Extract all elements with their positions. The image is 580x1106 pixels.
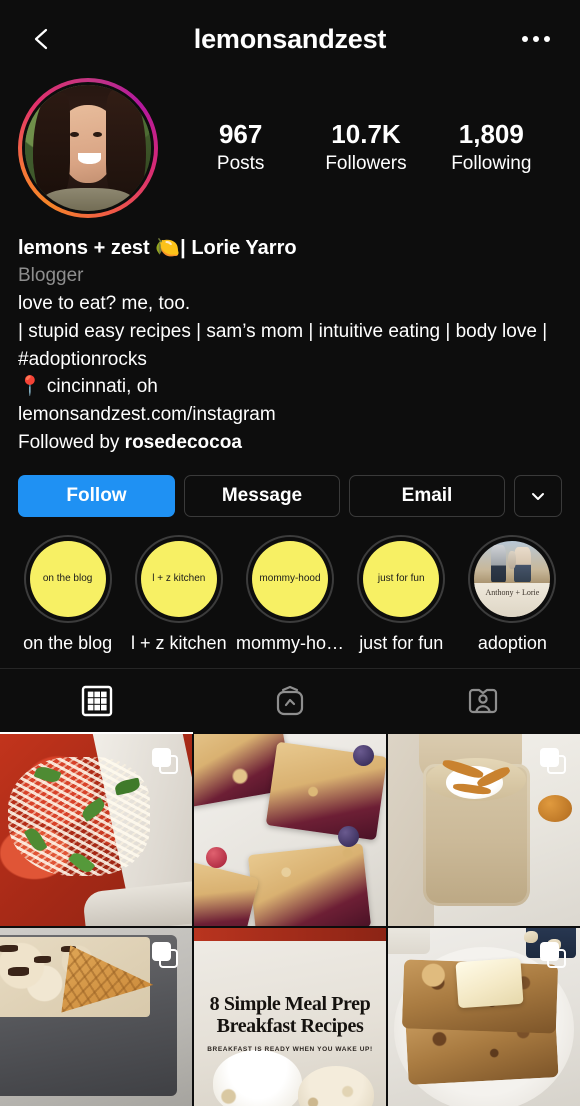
email-button[interactable]: Email (349, 474, 505, 517)
profile-stats: 967 Posts 10.7K Followers 1,809 Followin… (158, 119, 562, 176)
highlight-label: on the blog (23, 632, 113, 653)
stat-followers[interactable]: 10.7K Followers (303, 119, 428, 176)
overlay-title: 8 Simple Meal Prep Breakfast Recipes (209, 992, 371, 1038)
highlight-cover-text: just for fun (377, 572, 425, 584)
highlight-cover: just for fun (363, 540, 440, 617)
highlight-cover: on the blog (29, 540, 106, 617)
posts-label: Posts (216, 152, 265, 174)
bio-line-2: | stupid easy recipes | sam’s mom | intu… (18, 320, 548, 370)
overlay-subtitle: BREAKFAST IS READY WHEN YOU WAKE UP! (207, 1045, 373, 1053)
followed-by-row[interactable]: Followed by rosedecocoa (18, 429, 562, 457)
back-button[interactable] (22, 19, 62, 59)
stat-posts[interactable]: 967 Posts (178, 119, 303, 176)
story-highlights: on the blog on the blog l + z kitchen l … (0, 517, 580, 654)
avatar-inner (22, 82, 154, 214)
highlight-ring: on the blog (23, 534, 112, 623)
more-options-icon (522, 36, 528, 42)
more-options-icon (544, 36, 550, 42)
top-navigation-bar: lemonsandzest (0, 0, 580, 78)
following-label: Following (451, 152, 532, 174)
carousel-icon (540, 941, 566, 968)
follow-button[interactable]: Follow (18, 474, 175, 517)
tab-tagged[interactable] (387, 669, 580, 734)
grid-icon (81, 685, 112, 717)
avatar-story-ring[interactable] (18, 78, 158, 218)
highlight-ring: Anthony + Lorie (468, 534, 557, 623)
highlight-ring: l + z kitchen (134, 534, 223, 623)
chevron-down-icon (532, 492, 544, 500)
more-options-icon (533, 36, 539, 42)
highlight-adoption[interactable]: Anthony + Lorie adoption (457, 534, 568, 654)
tagged-user-icon (469, 688, 498, 714)
igtv-icon (276, 685, 304, 716)
profile-bio: lemons + zest 🍋| Lorie Yarro Blogger lov… (0, 218, 580, 457)
followed-by-prefix: Followed by (18, 431, 125, 453)
stat-following[interactable]: 1,809 Following (429, 119, 554, 176)
carousel-icon (152, 747, 178, 774)
followers-label: Followers (325, 152, 407, 174)
followers-count: 10.7K (331, 119, 401, 150)
bio-website-link[interactable]: lemonsandzest.com/instagram (18, 401, 562, 429)
grid-post-5[interactable]: 8 Simple Meal Prep Breakfast Recipes BRE… (194, 927, 386, 1106)
bio-location: 📍 cincinnati, oh (18, 376, 158, 398)
grid-post-4[interactable] (0, 927, 192, 1106)
highlight-cover: mommy-hood (252, 540, 328, 617)
highlight-on-the-blog[interactable]: on the blog on the blog (12, 534, 123, 654)
more-options-button[interactable] (514, 19, 558, 59)
posts-grid: 8 Simple Meal Prep Breakfast Recipes BRE… (0, 733, 580, 1106)
highlight-ring: just for fun (357, 534, 446, 623)
profile-header: 967 Posts 10.7K Followers 1,809 Followin… (0, 78, 580, 218)
page-title: lemonsandzest (193, 23, 387, 54)
highlight-cover: l + z kitchen (140, 540, 217, 617)
following-count: 1,809 (458, 119, 524, 150)
carousel-icon (540, 747, 566, 774)
highlight-just-for-fun[interactable]: just for fun just for fun (346, 534, 457, 654)
bio-line-1: love to eat? me, too. (18, 293, 191, 315)
grid-post-3[interactable] (388, 733, 580, 926)
highlight-label: mommy-ho… (236, 632, 345, 653)
highlight-mommy-hood[interactable]: mommy-hood mommy-ho… (234, 534, 345, 654)
bio-display-name: lemons + zest 🍋| Lorie Yarro (18, 237, 297, 259)
profile-tab-bar (0, 667, 580, 734)
message-button[interactable]: Message (184, 474, 340, 517)
profile-action-buttons: Follow Message Email (0, 457, 580, 517)
tab-igtv[interactable] (193, 669, 386, 734)
post-thumbnail: 8 Simple Meal Prep Breakfast Recipes BRE… (194, 927, 386, 1106)
bio-category: Blogger (18, 265, 84, 287)
carousel-icon (152, 941, 178, 968)
tab-grid[interactable] (0, 669, 194, 734)
highlight-cover-text: l + z kitchen (152, 572, 206, 584)
highlight-label: just for fun (359, 632, 444, 653)
avatar (25, 85, 151, 211)
highlight-cover-text: on the blog (42, 572, 93, 584)
highlight-cover-text: mommy-hood (259, 572, 321, 584)
grid-post-1[interactable] (0, 733, 192, 926)
post-text-overlay: 8 Simple Meal Prep Breakfast Recipes BRE… (194, 928, 386, 1106)
instagram-profile-screen: lemonsandzest 967 Posts 10.7K Followers … (0, 0, 580, 1106)
highlight-cover-text: Anthony + Lorie (485, 588, 540, 598)
highlight-cover: Anthony + Lorie (474, 540, 551, 617)
highlight-label: adoption (477, 632, 547, 653)
more-actions-dropdown-button[interactable] (514, 474, 562, 517)
chevron-left-icon (34, 28, 48, 50)
highlight-l-z-kitchen[interactable]: l + z kitchen l + z kitchen (123, 534, 234, 654)
grid-post-6[interactable] (388, 927, 580, 1106)
highlight-cover-photo: Anthony + Lorie (474, 540, 551, 617)
posts-count: 967 (218, 119, 263, 150)
highlight-ring: mommy-hood (246, 534, 334, 623)
grid-post-2[interactable] (194, 733, 386, 926)
post-thumbnail (194, 733, 386, 926)
followed-by-username: rosedecocoa (124, 431, 242, 453)
highlight-label: l + z kitchen (131, 632, 227, 653)
